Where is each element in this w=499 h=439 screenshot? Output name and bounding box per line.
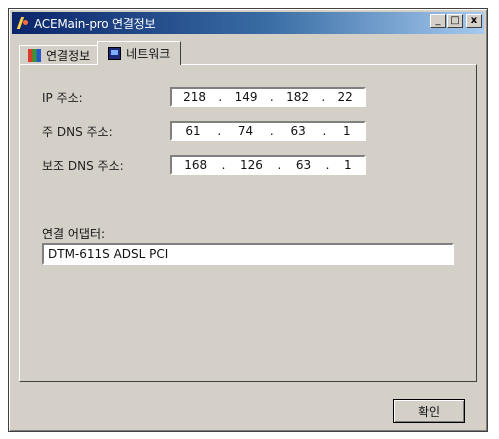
minimize-button[interactable]: _: [430, 14, 446, 28]
dialog-window: ACEMain-pro 연결정보 _ □ x 연결정보 네트워크 IP 주소: …: [8, 8, 488, 432]
ip-address-label: IP 주소:: [42, 90, 83, 105]
primary-dns-octet-2: 74: [237, 124, 254, 138]
title-bar-buttons: _ □ x: [429, 14, 482, 28]
ip-octet-2: 149: [234, 90, 258, 104]
secondary-dns-field[interactable]: 168. 126. 63. 1: [170, 155, 366, 175]
connection-info-icon: [28, 49, 41, 62]
secondary-dns-octet-1: 168: [184, 158, 208, 172]
ip-address-row: IP 주소: 218. 149. 182. 22: [42, 87, 366, 107]
tab-label: 연결정보: [46, 49, 91, 63]
secondary-dns-label: 보조 DNS 주소:: [42, 158, 124, 173]
tab-network[interactable]: 네트워크: [97, 41, 182, 65]
title-bar[interactable]: ACEMain-pro 연결정보 _ □ x: [12, 12, 484, 34]
tab-connection-info[interactable]: 연결정보: [19, 45, 100, 65]
primary-dns-label: 주 DNS 주소:: [42, 124, 113, 139]
ip-octet-1: 218: [183, 90, 207, 104]
tab-label: 네트워크: [126, 47, 171, 61]
secondary-dns-octet-2: 126: [240, 158, 263, 172]
adapter-label: 연결 어댑터:: [42, 227, 106, 241]
primary-dns-octet-3: 63: [290, 124, 306, 138]
primary-dns-octet-4: 1: [343, 124, 351, 138]
secondary-dns-row: 보조 DNS 주소: 168. 126. 63. 1: [42, 155, 366, 175]
primary-dns-octet-1: 61: [185, 124, 201, 138]
secondary-dns-octet-4: 1: [344, 158, 352, 172]
ip-octet-3: 182: [286, 90, 309, 104]
secondary-dns-octet-3: 63: [295, 158, 312, 172]
adapter-field[interactable]: DTM-611S ADSL PCI: [42, 243, 454, 265]
maximize-button[interactable]: □: [447, 14, 463, 28]
ip-octet-4: 22: [337, 90, 353, 104]
network-icon: [108, 47, 122, 60]
ip-address-field[interactable]: 218. 149. 182. 22: [170, 87, 366, 107]
primary-dns-field[interactable]: 61. 74. 63. 1: [170, 121, 366, 141]
tab-strip: 연결정보 네트워크: [19, 41, 182, 65]
window-title: ACEMain-pro 연결정보: [34, 16, 156, 31]
primary-dns-row: 주 DNS 주소: 61. 74. 63. 1: [42, 121, 366, 141]
app-icon: [16, 16, 30, 30]
ok-button[interactable]: 확인: [393, 399, 465, 423]
close-button[interactable]: x: [466, 14, 482, 28]
network-panel: IP 주소: 218. 149. 182. 22 주 DNS 주소: 61. 7…: [19, 64, 477, 382]
